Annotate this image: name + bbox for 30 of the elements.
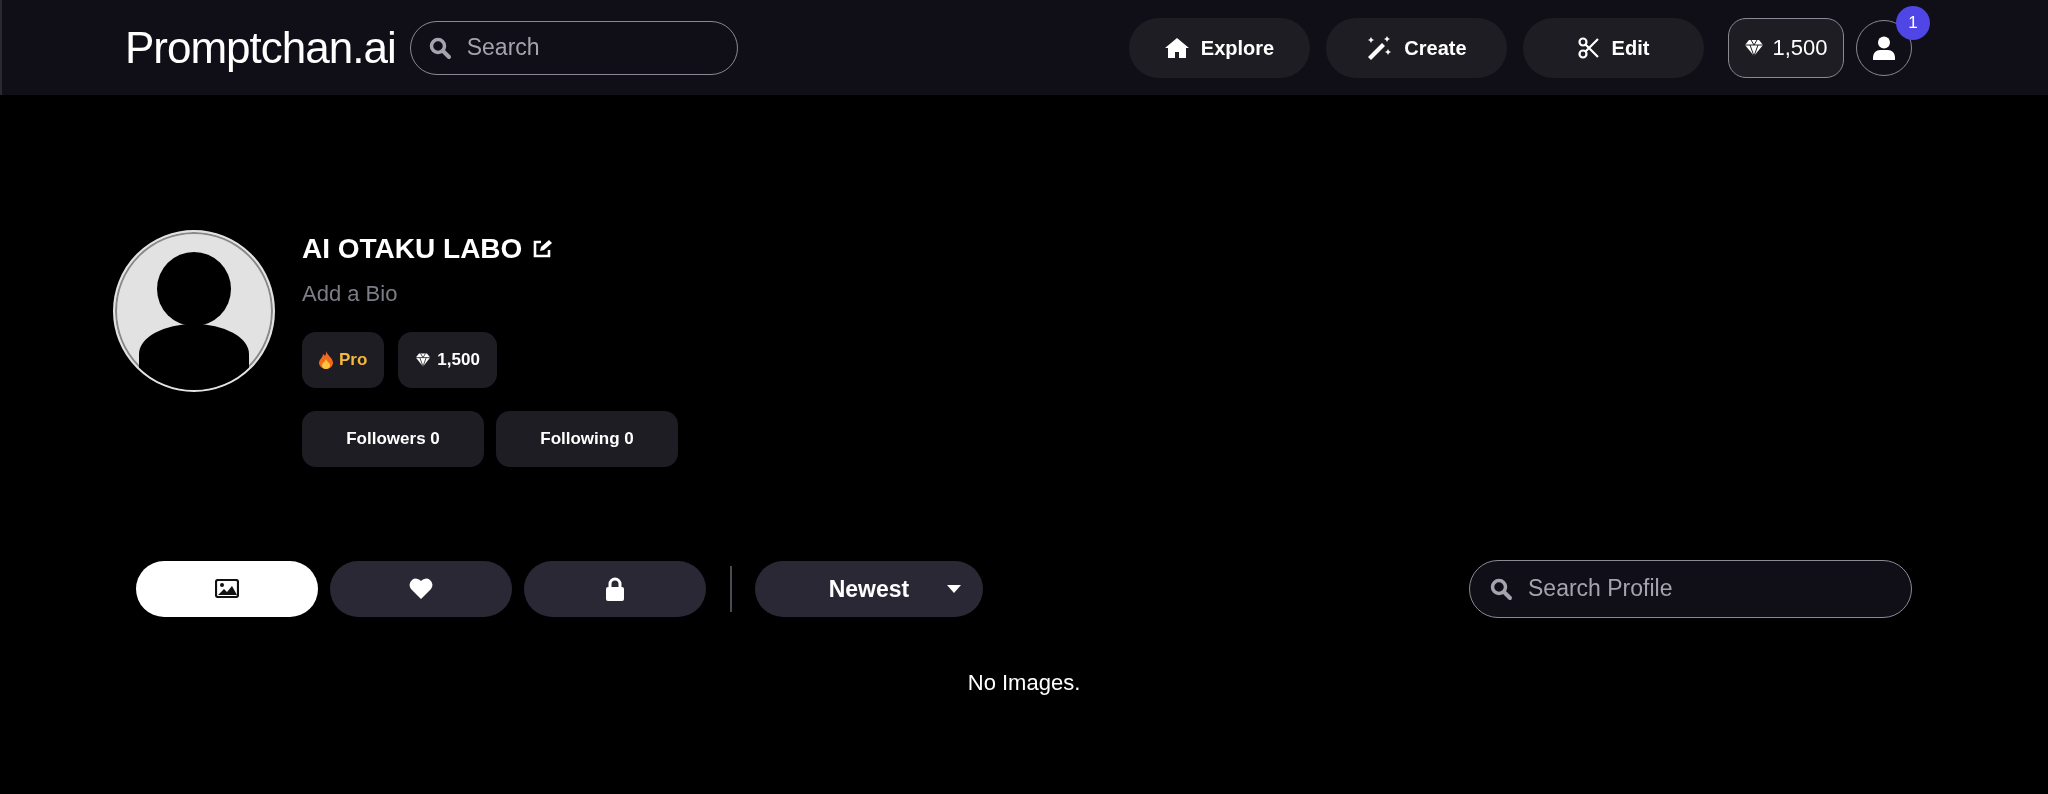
heart-icon xyxy=(409,578,433,600)
flame-icon xyxy=(319,350,333,369)
home-icon xyxy=(1164,37,1189,58)
bio-placeholder[interactable]: Add a Bio xyxy=(302,276,678,310)
nav-button[interactable]: Explore xyxy=(1129,17,1310,78)
lock-icon xyxy=(605,576,625,601)
user-icon xyxy=(1873,35,1895,60)
plan-badge: Pro xyxy=(302,331,385,388)
diamond-icon xyxy=(1744,37,1765,58)
search-icon xyxy=(427,35,452,60)
nav-button[interactable]: Create xyxy=(1326,17,1507,78)
notification-count: 1 xyxy=(1896,5,1930,40)
scissors-icon xyxy=(1577,36,1600,59)
sort-dropdown[interactable]: Newest xyxy=(755,560,983,617)
caret-icon xyxy=(947,584,961,593)
diamond-icon xyxy=(415,351,432,368)
search-field[interactable]: Search xyxy=(409,20,738,75)
gems-badge: 1,500 xyxy=(398,331,497,388)
stat-button[interactable]: Followers 0 xyxy=(302,410,484,467)
empty-message: No Images. xyxy=(966,668,1082,697)
gems-button[interactable]: 1,500 xyxy=(1728,17,1844,78)
magic-wand-icon xyxy=(1366,35,1393,60)
profile-name: AI OTAKU LABO xyxy=(302,234,523,265)
search-icon xyxy=(1489,576,1513,601)
nav-button[interactable]: Edit xyxy=(1523,17,1704,78)
profile-search-field[interactable]: Search Profile xyxy=(1469,559,1912,618)
logo[interactable]: Promptchan.ai xyxy=(125,14,396,81)
edit-icon[interactable] xyxy=(532,239,553,260)
stat-button[interactable]: Following 0 xyxy=(496,410,678,467)
image-icon xyxy=(215,579,239,599)
